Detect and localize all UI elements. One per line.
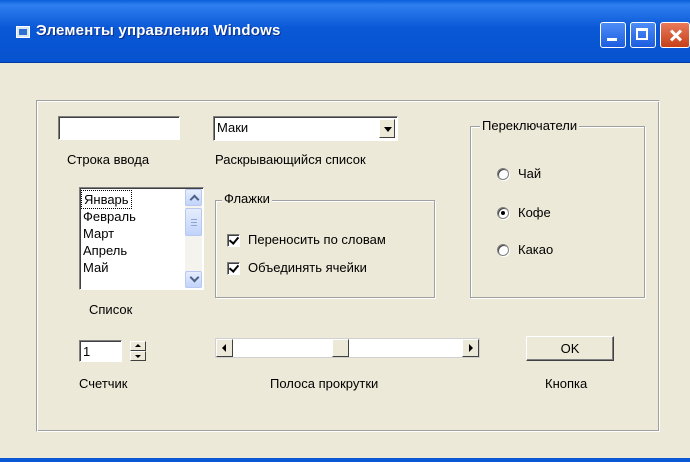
radio-dot-icon <box>501 211 505 215</box>
scroll-up-button[interactable] <box>185 189 202 206</box>
list-item[interactable]: Март <box>83 225 114 242</box>
radio-label[interactable]: Чай <box>518 166 541 181</box>
ok-button[interactable]: OK <box>526 336 614 361</box>
list-item[interactable]: Февраль <box>83 208 136 225</box>
scroll-thumb[interactable] <box>185 208 202 236</box>
text-input-caption: Строка ввода <box>67 152 150 167</box>
horizontal-scrollbar[interactable] <box>215 338 480 358</box>
spinner-input[interactable]: 1 <box>79 340 122 362</box>
list-item[interactable]: Апрель <box>83 242 127 259</box>
grip-line <box>191 222 197 223</box>
spinner-buttons[interactable] <box>130 341 146 361</box>
radio-label[interactable]: Какао <box>518 242 553 257</box>
close-button[interactable] <box>660 22 690 48</box>
spinner-caption: Счетчик <box>79 376 128 391</box>
checkbox-group-title: Флажки <box>222 191 272 206</box>
chevron-down-icon <box>189 272 200 283</box>
maximize-button[interactable] <box>630 22 656 48</box>
text-input[interactable] <box>58 116 180 140</box>
radio-coffee[interactable] <box>497 207 509 219</box>
listbox-scrollbar[interactable] <box>185 189 202 288</box>
scrollbar-caption: Полоса прокрутки <box>270 376 379 391</box>
spinner-value: 1 <box>83 344 91 359</box>
radio-cocoa[interactable] <box>497 244 509 256</box>
chevron-down-icon[interactable] <box>379 119 395 138</box>
checkmark-icon <box>228 262 240 273</box>
month-listbox[interactable]: Январь Февраль Март Апрель Май <box>79 187 204 290</box>
scroll-down-button[interactable] <box>185 271 202 288</box>
title-bar[interactable]: Элементы управления Windows <box>0 0 690 63</box>
scroll-left-button[interactable] <box>216 339 233 357</box>
grip-line <box>191 225 197 226</box>
spin-up-button[interactable] <box>130 341 146 351</box>
checkbox-word-wrap[interactable] <box>227 234 240 247</box>
checkbox-label[interactable]: Объединять ячейки <box>248 260 367 275</box>
dropdown-caption: Раскрывающийся список <box>215 152 366 167</box>
checkbox-label[interactable]: Переносить по словам <box>248 232 386 247</box>
app-icon[interactable] <box>16 26 30 38</box>
window-title: Элементы управления Windows <box>36 22 281 39</box>
button-caption: Кнопка <box>545 376 588 391</box>
list-item[interactable]: Январь <box>81 190 132 209</box>
spin-down-button[interactable] <box>130 351 146 361</box>
grip-line <box>191 219 197 220</box>
listbox-caption: Список <box>89 302 133 317</box>
checkbox-group <box>215 200 435 298</box>
list-item[interactable]: Май <box>83 259 108 276</box>
scroll-right-button[interactable] <box>462 339 479 357</box>
chevron-up-icon <box>189 194 200 205</box>
checkmark-icon <box>228 234 240 245</box>
radio-tea[interactable] <box>497 168 509 180</box>
dropdown-value: Маки <box>217 120 249 135</box>
scroll-thumb-horizontal[interactable] <box>332 339 349 357</box>
window-bottom-border <box>0 458 690 462</box>
dropdown-select[interactable]: Маки <box>213 116 398 141</box>
checkbox-merge-cells[interactable] <box>227 262 240 275</box>
minimize-button[interactable] <box>600 22 626 48</box>
radio-label[interactable]: Кофе <box>518 205 551 220</box>
radio-group-title: Переключатели <box>480 118 580 133</box>
